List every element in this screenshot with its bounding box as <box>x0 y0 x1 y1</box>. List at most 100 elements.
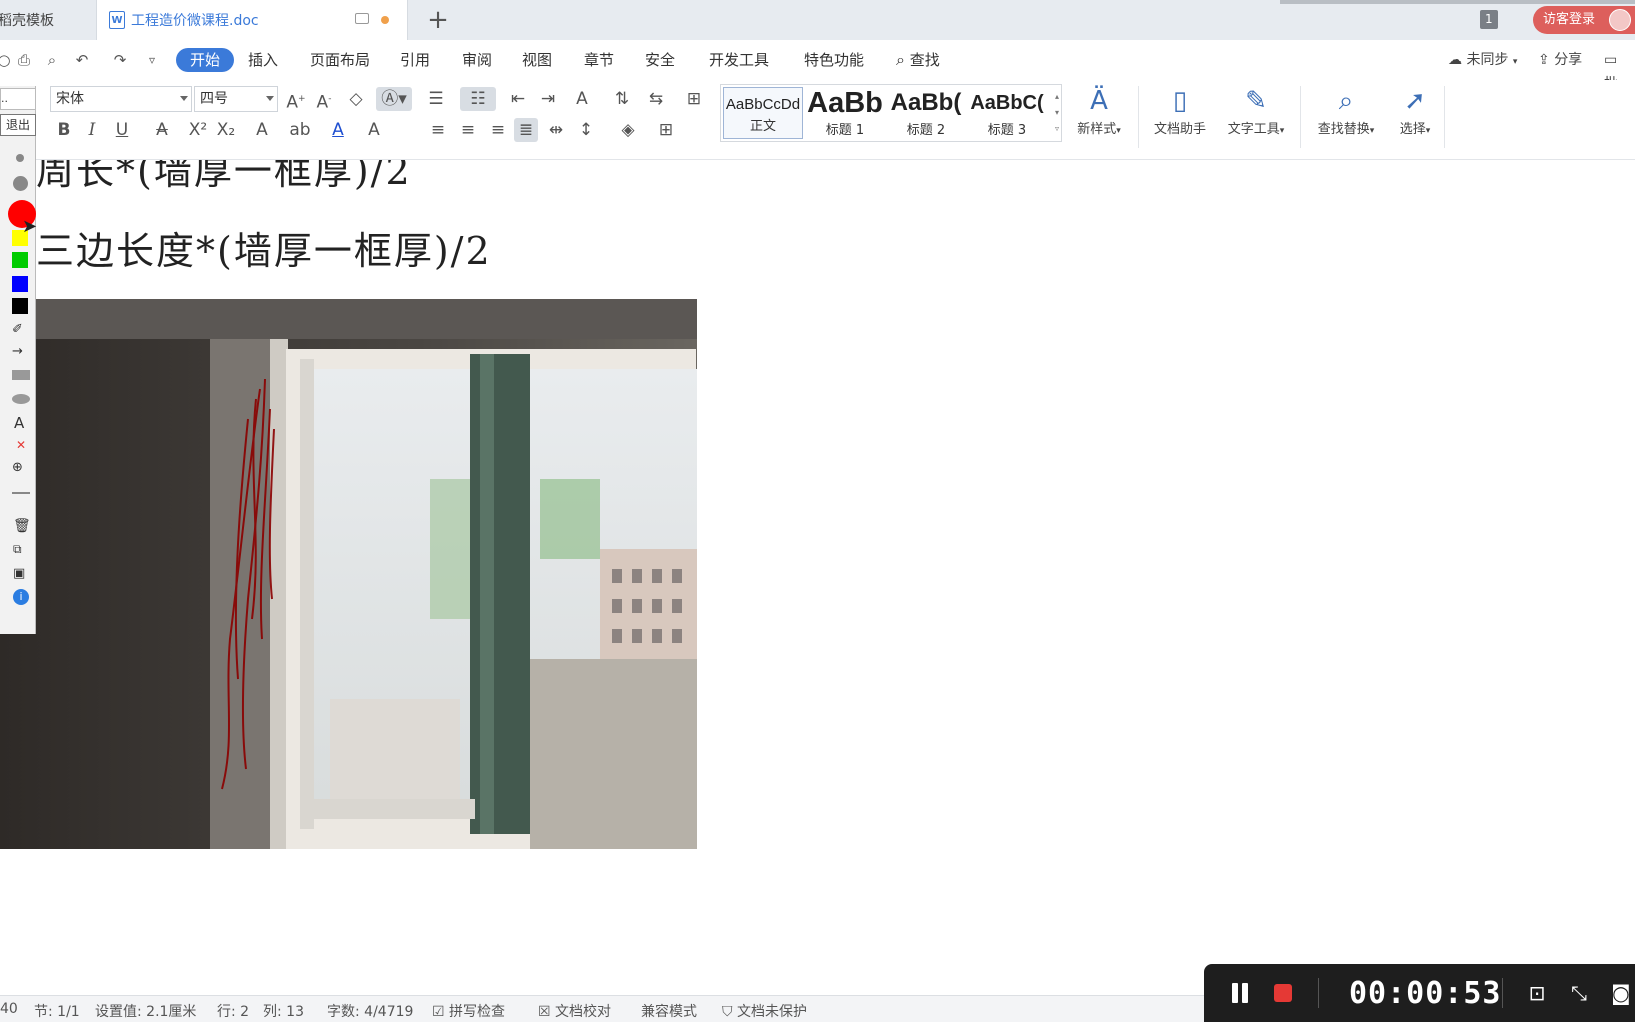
sort-icon[interactable]: ⇅ <box>610 87 634 111</box>
line-spacing-icon[interactable]: ↕ <box>574 118 598 142</box>
print-preview-icon[interactable]: ⌕ <box>42 51 62 69</box>
style-heading-1[interactable]: AaBb 标题 1 <box>805 87 885 139</box>
pause-icon[interactable] <box>1230 983 1250 1003</box>
comment-button[interactable]: ▭ 批 <box>1604 48 1635 92</box>
sync-button[interactable]: ☁ 未同步 ▾ <box>1448 48 1517 72</box>
window-photo[interactable] <box>0 299 697 849</box>
subscript-icon[interactable]: X₂ <box>214 118 238 142</box>
underline-icon[interactable]: U <box>110 118 134 142</box>
new-tab-button[interactable]: + <box>424 6 452 34</box>
show-hide-icon[interactable]: ⇆ <box>644 87 668 111</box>
copy-icon[interactable]: ⧉ <box>13 542 22 557</box>
menu-chapter[interactable]: 章节 <box>584 48 614 72</box>
italic-icon[interactable]: I <box>80 118 104 142</box>
style-heading-2[interactable]: AaBb( 标题 2 <box>886 87 966 139</box>
green-color[interactable] <box>12 252 28 268</box>
bold-icon[interactable]: B <box>52 118 76 142</box>
document-canvas[interactable]: 周长*(墙厚一框厚)/2 三边长度*(墙厚一框厚)/2 <box>0 160 1635 995</box>
screenshot-icon[interactable]: ⊡ <box>1524 980 1550 1006</box>
align-left-icon[interactable]: ≡ <box>426 118 450 142</box>
select-button[interactable]: ➚ 选择▾ <box>1390 84 1440 144</box>
zoom-icon[interactable]: ⊕ <box>12 460 23 475</box>
eraser-icon[interactable]: ✐ <box>12 322 23 337</box>
menu-review[interactable]: 审阅 <box>462 48 492 72</box>
distributed-icon[interactable]: ⇹ <box>544 118 568 142</box>
trash-icon[interactable]: 🗑 <box>13 518 31 534</box>
status-col[interactable]: 列: 13 <box>263 1001 304 1021</box>
close-icon[interactable]: ✕ <box>16 438 26 452</box>
redo-icon[interactable]: ↷ <box>110 51 130 69</box>
print-icon[interactable]: ⎙ <box>14 51 34 69</box>
menu-references[interactable]: 引用 <box>400 48 430 72</box>
arrow-tool-icon[interactable]: → <box>12 344 23 359</box>
menu-insert[interactable]: 插入 <box>248 48 278 72</box>
font-size-select[interactable]: 四号 <box>194 86 278 112</box>
save-icon[interactable]: ▣ <box>13 566 25 581</box>
align-right-icon[interactable]: ≡ <box>486 118 510 142</box>
tab-templates[interactable]: 稻壳模板 <box>0 0 96 40</box>
menu-home[interactable]: 开始 <box>176 48 235 72</box>
pen-size-field[interactable]: .. <box>0 88 36 110</box>
guest-login-button[interactable]: 访客登录 <box>1533 6 1635 34</box>
status-setting[interactable]: 设置值: 2.1厘米 <box>95 1001 196 1021</box>
menu-page-layout[interactable]: 页面布局 <box>310 48 370 72</box>
grow-font-icon[interactable]: A+ <box>284 87 308 113</box>
decrease-indent-icon[interactable]: ⇤ <box>506 87 530 111</box>
black-color[interactable] <box>12 298 28 314</box>
shrink-font-icon[interactable]: A- <box>312 87 336 113</box>
bullet-list-icon[interactable]: ☰ <box>424 87 448 111</box>
text-effect-icon[interactable]: A <box>250 118 274 142</box>
menu-developer[interactable]: 开发工具 <box>709 48 769 72</box>
spellcheck-button[interactable]: ☑ 拼写检查 <box>432 1001 505 1021</box>
minimize-recorder-icon[interactable]: ⤡ <box>1566 980 1592 1006</box>
stop-record-icon[interactable] <box>1274 984 1292 1002</box>
style-heading-3[interactable]: AaBbC( 标题 3 <box>967 87 1047 139</box>
text-tools-button[interactable]: ✎ 文字工具▾ <box>1218 84 1294 144</box>
font-name-select[interactable]: 宋体 <box>50 86 192 112</box>
ellipse-tool-icon[interactable] <box>12 394 30 404</box>
style-scroll-icon[interactable]: ▴ ▾ ▿ <box>1055 89 1059 137</box>
char-shading-icon[interactable]: A <box>362 118 386 142</box>
shading-icon[interactable]: ◈ <box>616 118 640 142</box>
highlight-icon[interactable]: ab <box>288 118 312 142</box>
style-normal[interactable]: AaBbCcDd 正文 <box>723 87 803 139</box>
exit-annotation-button[interactable]: 退出 <box>0 114 36 136</box>
info-icon[interactable]: i <box>13 589 29 605</box>
increase-indent-icon[interactable]: ⇥ <box>536 87 560 111</box>
font-color-icon[interactable]: A <box>326 118 350 142</box>
status-wordcount[interactable]: 字数: 4/4719 <box>327 1001 413 1021</box>
new-style-button[interactable]: Ä 新样式▾ <box>1066 84 1132 144</box>
menu-special[interactable]: 特色功能 <box>804 48 864 72</box>
superscript-icon[interactable]: X² <box>186 118 210 142</box>
chinese-layout-icon[interactable]: A <box>570 87 594 111</box>
numbered-list-icon[interactable]: ☷ <box>460 87 496 111</box>
rectangle-tool-icon[interactable] <box>12 370 30 380</box>
table-border-icon[interactable]: ⊞ <box>682 87 706 111</box>
status-row[interactable]: 行: 2 <box>217 1001 249 1021</box>
status-section[interactable]: 节: 1/1 <box>34 1001 80 1021</box>
strikethrough-icon[interactable]: A <box>150 118 174 142</box>
doc-assistant-button[interactable]: ▯ 文档助手 <box>1146 84 1214 144</box>
menu-search[interactable]: ⌕ 查找 <box>896 48 940 72</box>
camera-icon[interactable]: ◙ <box>1608 980 1634 1006</box>
find-replace-button[interactable]: ⌕ 查找替换▾ <box>1308 84 1384 144</box>
protect-button[interactable]: ⛉ 文档未保护 <box>722 1001 807 1021</box>
share-button[interactable]: ⇪ 分享 <box>1538 48 1582 72</box>
status-page[interactable]: 40 <box>0 1001 18 1017</box>
large-dot-icon[interactable] <box>13 176 28 191</box>
customize-toolbar-icon[interactable]: ▿ <box>142 51 162 69</box>
align-center-icon[interactable]: ≡ <box>456 118 480 142</box>
line-width-icon[interactable] <box>12 492 30 494</box>
text-border-icon[interactable]: Ⓐ▾ <box>376 87 412 111</box>
clear-format-icon[interactable]: ◇ <box>344 87 368 111</box>
window-count-badge[interactable]: 1 <box>1480 10 1498 29</box>
small-dot-icon[interactable] <box>16 154 24 162</box>
menu-security[interactable]: 安全 <box>645 48 675 72</box>
blue-color[interactable] <box>12 276 28 292</box>
undo-icon[interactable]: ↶ <box>72 51 92 69</box>
justify-icon[interactable]: ≣ <box>514 118 538 142</box>
menu-view[interactable]: 视图 <box>522 48 552 72</box>
proofread-button[interactable]: ☒ 文档校对 <box>538 1001 611 1021</box>
tab-document[interactable]: W 工程造价微课程.doc <box>96 0 408 40</box>
monitor-icon[interactable] <box>355 13 369 24</box>
